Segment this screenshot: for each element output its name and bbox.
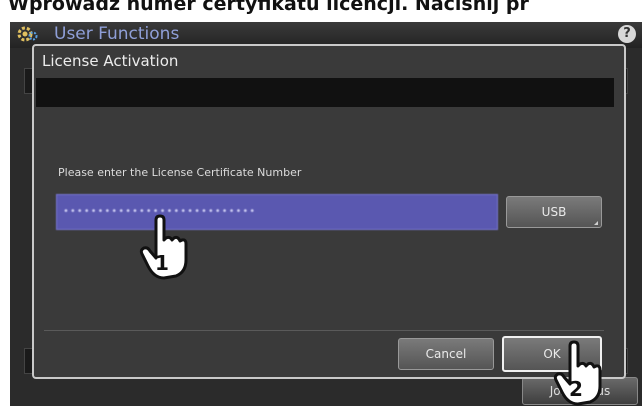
license-activation-dialog: License Activation Please enter the Lice… [32,44,626,379]
dialog-title: License Activation [42,52,179,70]
cancel-button[interactable]: Cancel [398,338,494,370]
help-icon[interactable]: ? [618,25,636,43]
license-prompt-label: Please enter the License Certificate Num… [58,166,302,179]
step-number: 1 [155,251,169,275]
hand-pointer-icon: 1 [139,214,188,280]
hand-pointer-icon: 2 [553,340,602,406]
usb-button[interactable]: USB [506,196,602,228]
corner-arrow-icon [594,221,598,225]
screen-title: User Functions [54,24,180,44]
instruction-caption-text: Wprowadź numer certyfikatu licencji. Nac… [8,0,529,15]
usb-button-label: USB [541,205,567,219]
gear-icon [17,26,38,42]
device-screen: User Functions ? Job Status License Acti… [10,22,642,406]
divider [44,330,604,331]
cancel-button-label: Cancel [425,347,467,361]
dialog-message-bar [36,78,614,107]
license-number-input[interactable]: •••••••••••••••••••••••••••• [56,194,498,230]
step-number: 2 [569,377,583,401]
